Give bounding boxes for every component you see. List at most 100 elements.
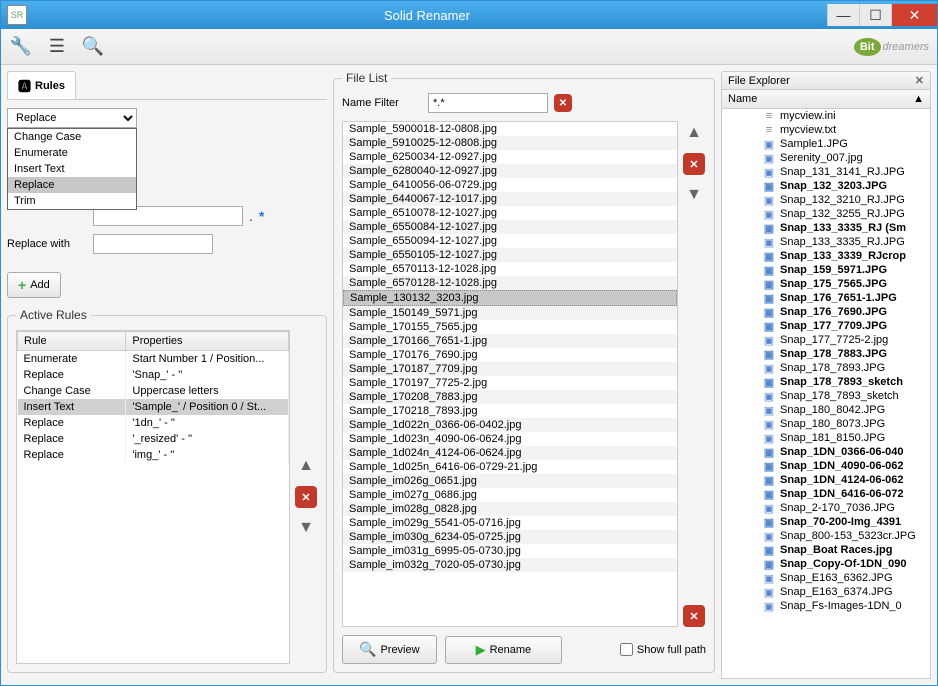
explorer-item[interactable]: ▣Serenity_007.jpg: [722, 151, 930, 165]
tab-rules[interactable]: 🅰 Rules: [7, 71, 76, 99]
replace-with-input[interactable]: [93, 234, 213, 254]
rule-option[interactable]: Replace: [8, 177, 136, 193]
file-list-item[interactable]: Sample_1d025n_6416-06-0729-21.jpg: [343, 460, 677, 474]
file-list-item[interactable]: Sample_6570113-12-1028.jpg: [343, 262, 677, 276]
explorer-sort-icon[interactable]: ▲: [913, 93, 924, 105]
file-list-item[interactable]: Sample_6570128-12-1028.jpg: [343, 276, 677, 290]
rule-type-select[interactable]: Replace: [7, 108, 137, 128]
file-clear-all-button[interactable]: ✕: [683, 605, 705, 627]
explorer-item[interactable]: ▣Snap_E163_6362.JPG: [722, 571, 930, 585]
file-list-item[interactable]: Sample_im027g_0686.jpg: [343, 488, 677, 502]
explorer-item[interactable]: ▣Snap_Boat Races.jpg: [722, 543, 930, 557]
explorer-item[interactable]: ▣Snap_132_3203.JPG: [722, 179, 930, 193]
rule-option[interactable]: Change Case: [8, 129, 136, 145]
file-list-item[interactable]: Sample_im030g_6234-05-0725.jpg: [343, 530, 677, 544]
explorer-item[interactable]: ▣Snap_Fs-Images-1DN_0: [722, 599, 930, 613]
explorer-item[interactable]: ▣Snap_176_7651-1.JPG: [722, 291, 930, 305]
file-list-item[interactable]: Sample_6550105-12-1027.jpg: [343, 248, 677, 262]
list-icon[interactable]: ☰: [45, 35, 69, 59]
active-rule-row[interactable]: Replace'Snap_' - '': [18, 367, 289, 383]
rename-button[interactable]: ▶ Rename: [445, 636, 563, 664]
explorer-item[interactable]: ▣Snap_178_7893_sketch: [722, 389, 930, 403]
explorer-item[interactable]: ▣Snap_132_3255_RJ.JPG: [722, 207, 930, 221]
file-explorer-close-button[interactable]: ✕: [915, 74, 924, 87]
file-list-item[interactable]: Sample_170197_7725-2.jpg: [343, 376, 677, 390]
file-list-item[interactable]: Sample_1d024n_4124-06-0624.jpg: [343, 446, 677, 460]
explorer-item[interactable]: ▣Snap_133_3335_RJ.JPG: [722, 235, 930, 249]
rule-option[interactable]: Trim: [8, 193, 136, 209]
file-list-item[interactable]: Sample_150149_5971.jpg: [343, 306, 677, 320]
active-rule-row[interactable]: Insert Text'Sample_' / Position 0 / St..…: [18, 399, 289, 415]
file-list-item[interactable]: Sample_170187_7709.jpg: [343, 362, 677, 376]
explorer-item[interactable]: ▣Snap_133_3339_RJcrop: [722, 249, 930, 263]
show-full-path-checkbox[interactable]: [620, 643, 633, 656]
file-list-item[interactable]: Sample_1d023n_4090-06-0624.jpg: [343, 432, 677, 446]
explorer-item[interactable]: ▣Snap_E163_6374.JPG: [722, 585, 930, 599]
file-list-item[interactable]: Sample_170208_7883.jpg: [343, 390, 677, 404]
maximize-button[interactable]: ☐: [859, 4, 891, 26]
file-list-item[interactable]: Sample_6280040-12-0927.jpg: [343, 164, 677, 178]
file-list-item[interactable]: Sample_6550094-12-1027.jpg: [343, 234, 677, 248]
active-rule-row[interactable]: EnumerateStart Number 1 / Position...: [18, 351, 289, 368]
explorer-item[interactable]: ≡mycview.txt: [722, 123, 930, 137]
add-rule-button[interactable]: + Add: [7, 272, 61, 298]
explorer-item[interactable]: ▣Snap_180_8042.JPG: [722, 403, 930, 417]
active-rules-table[interactable]: Rule Properties EnumerateStart Number 1 …: [16, 330, 290, 664]
active-rule-row[interactable]: Replace'img_' - '': [18, 447, 289, 463]
active-rule-row[interactable]: Change CaseUppercase letters: [18, 383, 289, 399]
explorer-item[interactable]: ▣Snap_131_3141_RJ.JPG: [722, 165, 930, 179]
explorer-item[interactable]: ▣Snap_181_8150.JPG: [722, 431, 930, 445]
explorer-item[interactable]: ▣Snap_175_7565.JPG: [722, 277, 930, 291]
file-list-item[interactable]: Sample_6250034-12-0927.jpg: [343, 150, 677, 164]
file-list-item[interactable]: Sample_170166_7651-1.jpg: [343, 334, 677, 348]
clear-filter-button[interactable]: ✕: [554, 94, 572, 112]
file-list[interactable]: Sample_5900018-12-0808.jpgSample_5910025…: [342, 121, 678, 627]
explorer-item[interactable]: ▣Snap_800-153_5323cr.JPG: [722, 529, 930, 543]
preview-button[interactable]: 🔍 Preview: [342, 635, 437, 664]
file-list-item[interactable]: Sample_im029g_5541-05-0716.jpg: [343, 516, 677, 530]
explorer-item[interactable]: ▣Snap_1DN_4124-06-062: [722, 473, 930, 487]
file-list-item[interactable]: Sample_170218_7893.jpg: [343, 404, 677, 418]
file-move-down-button[interactable]: ▼: [682, 183, 706, 207]
explorer-item[interactable]: ▣Snap_Copy-Of-1DN_090: [722, 557, 930, 571]
file-list-item[interactable]: Sample_6440067-12-1017.jpg: [343, 192, 677, 206]
explorer-name-header[interactable]: Name: [728, 93, 757, 105]
file-list-item[interactable]: Sample_im031g_6995-05-0730.jpg: [343, 544, 677, 558]
explorer-item[interactable]: ▣Snap_177_7725-2.jpg: [722, 333, 930, 347]
file-list-item[interactable]: Sample_6510078-12-1027.jpg: [343, 206, 677, 220]
file-list-item[interactable]: Sample_6410056-06-0729.jpg: [343, 178, 677, 192]
explorer-item[interactable]: ▣Snap_70-200-Img_4391: [722, 515, 930, 529]
explorer-item[interactable]: ▣Snap_1DN_0366-06-040: [722, 445, 930, 459]
file-move-up-button[interactable]: ▲: [682, 121, 706, 145]
active-rule-row[interactable]: Replace'_resized' - '': [18, 431, 289, 447]
settings-icon[interactable]: 🔧: [9, 35, 33, 59]
file-list-item[interactable]: Sample_130132_3203.jpg: [343, 290, 677, 306]
explorer-item[interactable]: ≡mycview.ini: [722, 109, 930, 123]
photo-search-icon[interactable]: 🔍: [81, 35, 105, 59]
active-rule-row[interactable]: Replace'1dn_' - '': [18, 415, 289, 431]
explorer-item[interactable]: ▣Snap_132_3210_RJ.JPG: [722, 193, 930, 207]
file-explorer-tree[interactable]: Name ▲ ≡mycview.ini≡mycview.txt▣Sample1.…: [721, 90, 931, 679]
rule-move-up-button[interactable]: ▲: [294, 454, 318, 478]
file-list-item[interactable]: Sample_im028g_0828.jpg: [343, 502, 677, 516]
explorer-item[interactable]: ▣Snap_178_7893_sketch: [722, 375, 930, 389]
close-button[interactable]: ✕: [891, 4, 937, 26]
file-list-item[interactable]: Sample_im032g_7020-05-0730.jpg: [343, 558, 677, 572]
rule-delete-button[interactable]: ✕: [295, 486, 317, 508]
explorer-item[interactable]: ▣Snap_177_7709.JPG: [722, 319, 930, 333]
file-list-item[interactable]: Sample_1d022n_0366-06-0402.jpg: [343, 418, 677, 432]
explorer-item[interactable]: ▣Snap_133_3335_RJ (Sm: [722, 221, 930, 235]
explorer-item[interactable]: ▣Snap_2-170_7036.JPG: [722, 501, 930, 515]
file-list-item[interactable]: Sample_170155_7565.jpg: [343, 320, 677, 334]
explorer-item[interactable]: ▣Snap_178_7893.JPG: [722, 361, 930, 375]
explorer-item[interactable]: ▣Snap_159_5971.JPG: [722, 263, 930, 277]
file-list-item[interactable]: Sample_6550084-12-1027.jpg: [343, 220, 677, 234]
explorer-item[interactable]: ▣Snap_1DN_4090-06-062: [722, 459, 930, 473]
file-list-item[interactable]: Sample_170176_7690.jpg: [343, 348, 677, 362]
file-remove-button[interactable]: ✕: [683, 153, 705, 175]
rule-option[interactable]: Enumerate: [8, 145, 136, 161]
explorer-item[interactable]: ▣Snap_176_7690.JPG: [722, 305, 930, 319]
file-list-item[interactable]: Sample_5900018-12-0808.jpg: [343, 122, 677, 136]
explorer-item[interactable]: ▣Sample1.JPG: [722, 137, 930, 151]
file-list-item[interactable]: Sample_5910025-12-0808.jpg: [343, 136, 677, 150]
